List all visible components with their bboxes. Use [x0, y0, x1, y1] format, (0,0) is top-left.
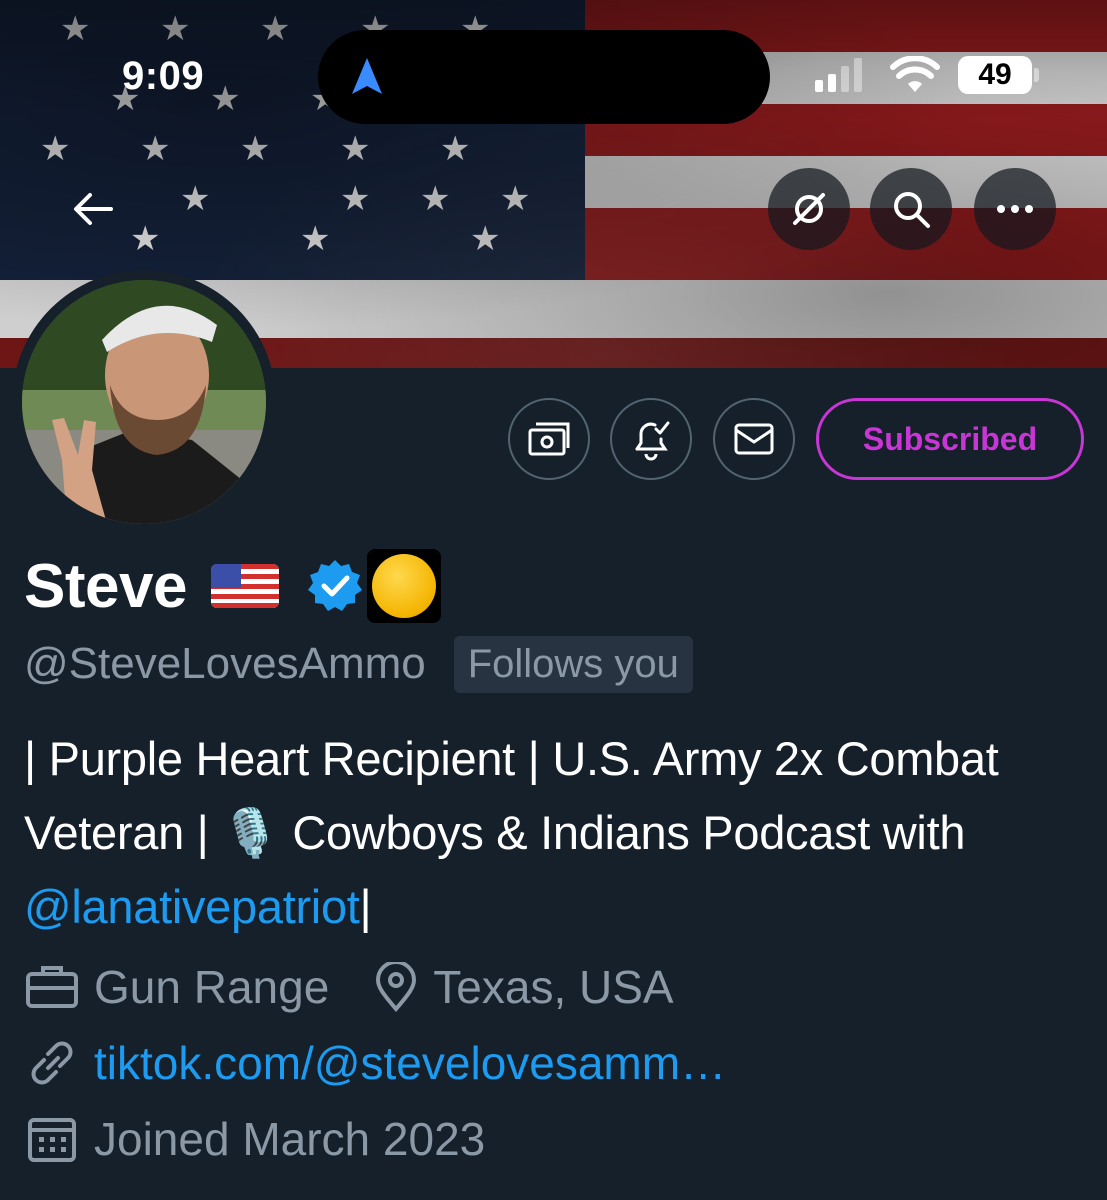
profile-category: Gun Range — [94, 961, 330, 1013]
dynamic-island — [318, 30, 770, 124]
arrow-left-icon — [74, 193, 113, 225]
money-icon — [528, 422, 570, 456]
joined-row: Joined March 2023 — [24, 1106, 485, 1172]
handle-row: @SteveLovesAmmo Follows you — [24, 634, 693, 694]
grok-button[interactable] — [768, 168, 850, 250]
briefcase-icon — [24, 964, 80, 1010]
bio-text: | Purple Heart Recipient | U.S. Army 2x … — [24, 732, 999, 859]
category-location-row: Gun Range Texas, USA — [24, 954, 674, 1020]
avatar[interactable] — [22, 280, 266, 524]
notify-button[interactable] — [610, 398, 692, 480]
name-row: Steve — [24, 548, 441, 624]
verified-badge-icon[interactable] — [307, 558, 363, 614]
website-row: tiktok.com/@stevelovesamm… — [24, 1030, 726, 1096]
grok-icon — [793, 193, 825, 225]
envelope-icon — [734, 423, 774, 455]
bell-check-icon — [635, 421, 670, 461]
profile-location: Texas, USA — [433, 961, 674, 1013]
username-handle: @SteveLovesAmmo — [24, 639, 426, 688]
calendar-icon — [24, 1114, 80, 1164]
status-time: 9:09 — [122, 54, 205, 98]
battery-cap — [1034, 68, 1039, 82]
tip-button[interactable] — [508, 398, 590, 480]
us-flag-icon — [210, 564, 279, 608]
wifi-icon — [890, 56, 940, 92]
profile-bio: | Purple Heart Recipient | U.S. Army 2x … — [24, 722, 1084, 944]
profile-joined-date: Joined March 2023 — [94, 1113, 486, 1165]
avatar-photo — [22, 280, 266, 524]
follows-you-badge: Follows you — [453, 635, 693, 693]
more-button[interactable] — [974, 168, 1056, 250]
more-icon — [997, 205, 1033, 213]
location-arrow-icon — [352, 58, 382, 94]
message-button[interactable] — [713, 398, 795, 480]
search-icon — [894, 192, 930, 228]
profile-website-link[interactable]: tiktok.com/@stevelovesamm… — [94, 1036, 726, 1090]
search-button[interactable] — [870, 168, 952, 250]
back-button[interactable] — [52, 168, 134, 250]
cellular-signal-icon — [815, 56, 862, 92]
link-icon — [24, 1038, 80, 1088]
display-name: Steve — [24, 551, 187, 621]
bio-tail: | — [359, 880, 372, 933]
battery-indicator: 49 — [958, 56, 1032, 94]
subscribed-button[interactable]: Subscribed — [816, 398, 1084, 480]
location-pin-icon — [373, 962, 419, 1012]
affiliate-badge-icon[interactable] — [366, 549, 441, 623]
bio-mention-link[interactable]: @lanativepatriot — [24, 880, 360, 933]
